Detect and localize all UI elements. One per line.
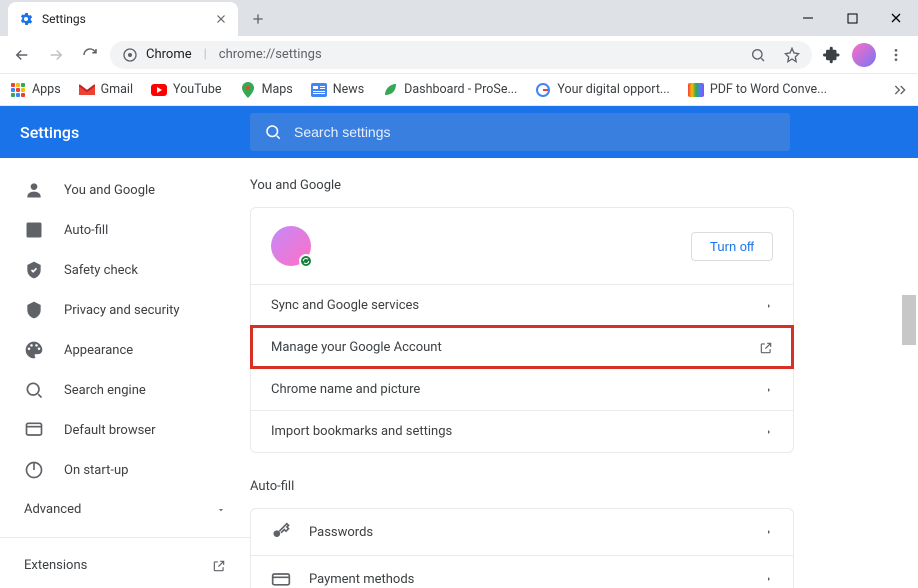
manage-google-account-row[interactable]: Manage your Google Account <box>251 326 793 368</box>
menu-button[interactable] <box>882 41 910 69</box>
pdf-bookmark[interactable]: PDF to Word Conve... <box>688 82 827 98</box>
news-icon <box>311 82 327 98</box>
leaf-icon <box>382 82 398 98</box>
sidebar-item-startup[interactable]: On start-up <box>0 450 250 490</box>
close-icon[interactable] <box>214 12 228 26</box>
gmail-icon <box>79 82 95 98</box>
news-bookmark[interactable]: News <box>311 82 364 98</box>
sync-services-row[interactable]: Sync and Google services <box>251 284 793 326</box>
external-link-icon <box>212 559 226 573</box>
chevron-down-icon <box>216 505 226 515</box>
import-bookmarks-row[interactable]: Import bookmarks and settings <box>251 410 793 452</box>
maximize-button[interactable] <box>830 3 874 33</box>
window-titlebar: Settings <box>0 0 918 36</box>
payment-methods-row[interactable]: Payment methods <box>251 555 793 588</box>
gmail-bookmark[interactable]: Gmail <box>79 82 133 98</box>
url-prefix: Chrome <box>146 47 192 62</box>
maps-bookmark[interactable]: Maps <box>240 82 293 98</box>
scrollbar-thumb[interactable] <box>902 295 916 345</box>
autofill-card: Passwords Payment methods Addresses and … <box>250 508 794 588</box>
window-controls <box>786 0 918 36</box>
sync-badge-icon <box>299 254 313 268</box>
settings-header: Settings <box>0 106 918 158</box>
sidebar-item-safety-check[interactable]: Safety check <box>0 250 250 290</box>
profile-avatar <box>271 226 311 266</box>
section-you-and-google: You and Google <box>250 178 918 193</box>
close-window-button[interactable] <box>874 3 918 33</box>
url-path: chrome://settings <box>219 47 322 62</box>
apps-bookmark[interactable]: Apps <box>10 82 61 98</box>
sidebar-item-you-and-google[interactable]: You and Google <box>0 170 250 210</box>
chevron-right-icon <box>765 426 773 438</box>
back-button[interactable] <box>8 41 36 69</box>
address-bar[interactable]: Chrome | chrome://settings <box>110 41 812 69</box>
dashboard-bookmark[interactable]: Dashboard - ProSe... <box>382 82 517 98</box>
profile-avatar-button[interactable] <box>852 43 876 67</box>
settings-sidebar: You and Google Auto-fill Safety check Pr… <box>0 158 250 588</box>
sidebar-item-search-engine[interactable]: Search engine <box>0 370 250 410</box>
chrome-name-picture-row[interactable]: Chrome name and picture <box>251 368 793 410</box>
bookmark-star-icon[interactable] <box>784 47 800 63</box>
sidebar-item-privacy[interactable]: Privacy and security <box>0 290 250 330</box>
new-tab-button[interactable] <box>244 5 272 33</box>
reload-button[interactable] <box>76 41 104 69</box>
bookmarks-overflow[interactable] <box>892 82 908 98</box>
settings-main: You and Google Turn off Sync and Google … <box>250 158 918 588</box>
tab-title: Settings <box>42 12 206 26</box>
you-and-google-card: Turn off Sync and Google services Manage… <box>250 207 794 453</box>
chevron-right-icon <box>765 300 773 312</box>
browser-tab[interactable]: Settings <box>8 2 238 36</box>
apps-grid-icon <box>10 82 26 98</box>
settings-title: Settings <box>20 123 250 142</box>
search-icon <box>264 123 282 141</box>
sidebar-extensions-link[interactable]: Extensions <box>0 546 250 585</box>
maps-pin-icon <box>240 82 256 98</box>
sidebar-advanced-toggle[interactable]: Advanced <box>0 490 250 529</box>
minimize-button[interactable] <box>786 3 830 33</box>
rainbow-icon <box>688 82 704 98</box>
extensions-icon[interactable] <box>818 41 846 69</box>
turn-off-button[interactable]: Turn off <box>691 232 773 261</box>
youtube-icon <box>151 82 167 98</box>
sidebar-item-default-browser[interactable]: Default browser <box>0 410 250 450</box>
search-settings-input[interactable] <box>294 124 776 140</box>
external-link-icon <box>759 341 773 355</box>
passwords-row[interactable]: Passwords <box>251 509 793 555</box>
sidebar-item-autofill[interactable]: Auto-fill <box>0 210 250 250</box>
profile-row: Turn off <box>251 208 793 284</box>
youtube-bookmark[interactable]: YouTube <box>151 82 222 98</box>
zoom-icon[interactable] <box>750 47 766 63</box>
key-icon <box>271 522 291 542</box>
sidebar-item-appearance[interactable]: Appearance <box>0 330 250 370</box>
browser-toolbar: Chrome | chrome://settings <box>0 36 918 74</box>
opport-bookmark[interactable]: Your digital opport... <box>535 82 669 98</box>
search-settings-wrap[interactable] <box>250 113 790 151</box>
google-g-icon <box>535 82 551 98</box>
chevron-right-icon <box>765 526 773 538</box>
forward-button[interactable] <box>42 41 70 69</box>
credit-card-icon <box>271 569 291 588</box>
chevron-right-icon <box>765 573 773 585</box>
chevron-right-icon <box>765 384 773 396</box>
section-autofill: Auto-fill <box>250 479 918 494</box>
bookmarks-bar: Apps Gmail YouTube Maps News Dashboard -… <box>0 74 918 106</box>
chrome-icon <box>122 47 138 63</box>
gear-icon <box>18 11 34 27</box>
